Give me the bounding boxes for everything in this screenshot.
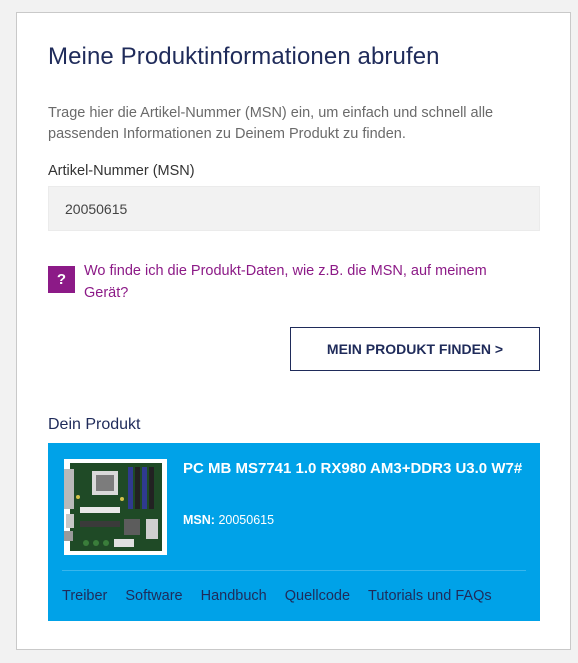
product-msn: MSN: 20050615 — [183, 513, 274, 527]
link-treiber[interactable]: Treiber — [62, 588, 107, 604]
link-handbuch[interactable]: Handbuch — [201, 588, 267, 604]
product-links: Treiber Software Handbuch Quellcode Tuto… — [62, 588, 510, 604]
page-title: Meine Produktinformationen abrufen — [48, 43, 440, 70]
link-software[interactable]: Software — [125, 588, 182, 604]
link-tutorials-faqs[interactable]: Tutorials und FAQs — [368, 588, 492, 604]
msn-help-text: Wo finde ich die Produkt-Daten, wie z.B.… — [84, 263, 487, 301]
msn-field-label: Artikel-Nummer (MSN) — [48, 163, 195, 179]
product-divider — [62, 570, 526, 571]
find-product-button[interactable]: MEIN PRODUKT FINDEN > — [290, 327, 540, 371]
motherboard-image — [64, 459, 167, 555]
product-msn-label: MSN: — [183, 513, 215, 527]
product-info-card: Meine Produktinformationen abrufen Trage… — [16, 12, 571, 650]
intro-description: Trage hier die Artikel-Nummer (MSN) ein,… — [48, 105, 494, 142]
product-msn-value: 20050615 — [218, 513, 275, 527]
product-panel: PC MB MS7741 1.0 RX980 AM3+DDR3 U3.0 W7#… — [48, 443, 540, 621]
product-name: PC MB MS7741 1.0 RX980 AM3+DDR3 U3.0 W7# — [183, 460, 523, 477]
msn-input[interactable] — [48, 186, 540, 231]
msn-help-link[interactable]: ? Wo finde ich die Produkt-Daten, wie z.… — [48, 260, 528, 304]
question-mark-icon: ? — [48, 266, 75, 293]
link-quellcode[interactable]: Quellcode — [285, 588, 350, 604]
your-product-heading: Dein Produkt — [48, 416, 141, 433]
